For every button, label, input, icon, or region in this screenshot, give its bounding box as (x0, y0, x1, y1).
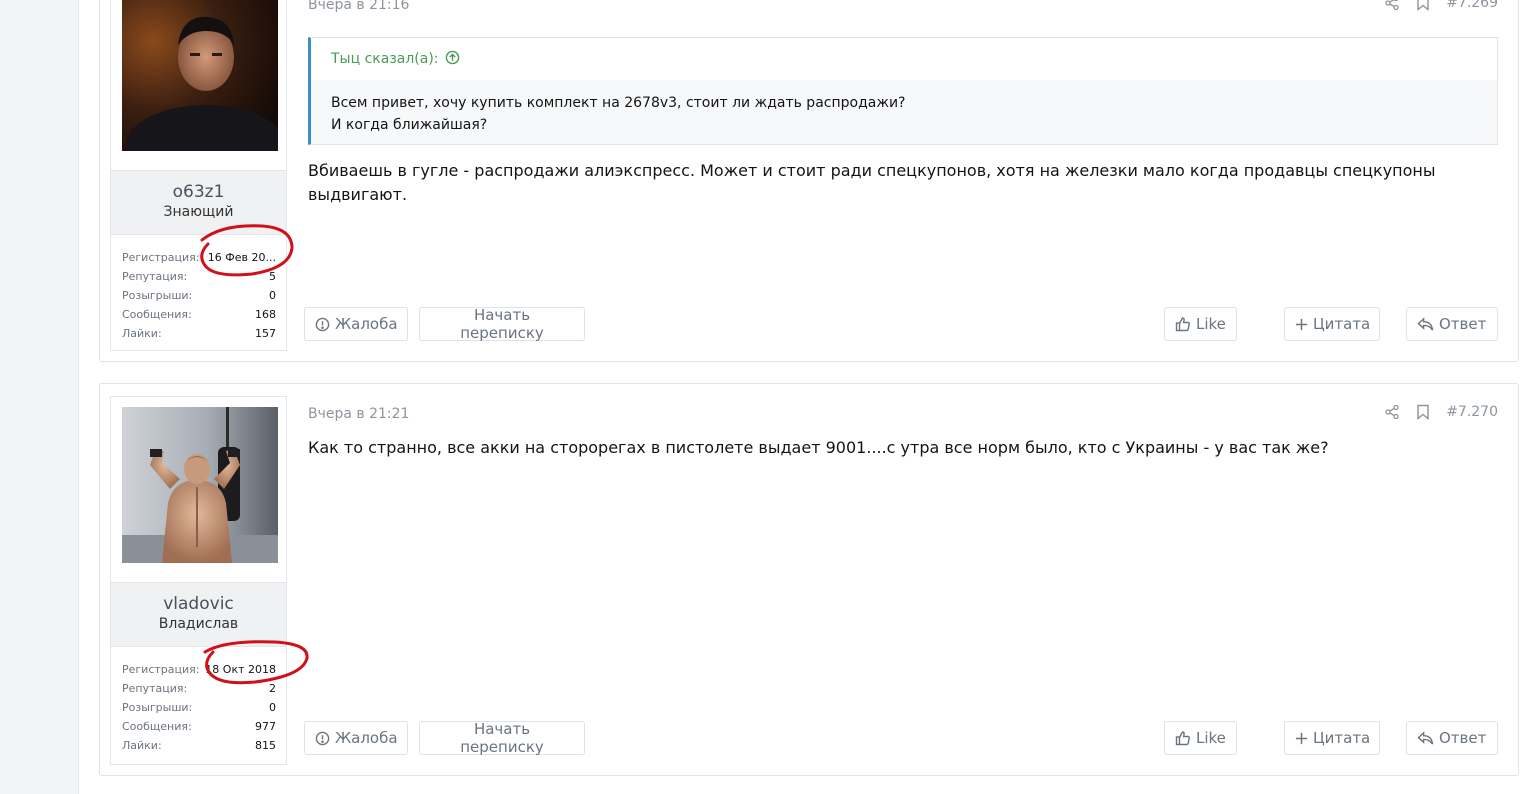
like-button[interactable]: Like (1164, 721, 1237, 755)
reply-button[interactable]: Ответ (1406, 307, 1498, 341)
user-cell: o63z1 Знающий Регистрация: 16 Фев 20... … (110, 0, 287, 351)
post: vladovic Владислав Регистрация: 18 Окт 2… (99, 383, 1519, 776)
stat-value: 157 (255, 327, 276, 340)
username[interactable]: vladovic (111, 594, 286, 614)
stat-value: 977 (255, 720, 276, 733)
report-button[interactable]: Жалоба (304, 721, 408, 755)
stat-value: 18 Окт 2018 (205, 663, 276, 676)
plus-icon (1295, 732, 1308, 745)
report-label: Жалоба (335, 315, 398, 333)
stat-value: 0 (269, 701, 276, 714)
user-stats: Регистрация: 16 Фев 20... Репутация: 5 Р… (122, 248, 276, 343)
start-conversation-button[interactable]: Начать переписку (419, 720, 585, 756)
stat-label: Регистрация: (122, 663, 200, 676)
message-body: Как то странно, все акки на сторорегах в… (308, 438, 1329, 457)
like-button[interactable]: Like (1164, 307, 1237, 341)
arrow-up-circle-icon[interactable] (445, 50, 460, 69)
message-actions: Жалоба Начать переписку Like Цитата Отве… (304, 720, 1498, 756)
user-name-block: vladovic Владислав (111, 582, 286, 647)
quote-label: Цитата (1313, 729, 1371, 747)
avatar[interactable] (122, 0, 278, 151)
message-cell: Вчера в 21:16 #7.269 Тыц сказал(а): Всем… (304, 0, 1498, 361)
stat-label: Репутация: (122, 270, 188, 283)
stat-value: 16 Фев 20... (207, 251, 276, 264)
stat-registration: Регистрация: 16 Фев 20... (122, 248, 276, 267)
exclamation-circle-icon (315, 317, 330, 332)
stat-reputation: Репутация: 5 (122, 267, 276, 286)
message-cell: Вчера в 21:21 #7.270 Как то странно, все… (304, 384, 1498, 775)
share-icon[interactable] (1384, 404, 1400, 420)
stat-label: Лайки: (122, 327, 162, 340)
stat-label: Сообщения: (122, 308, 192, 321)
share-icon[interactable] (1384, 0, 1400, 11)
stat-value: 168 (255, 308, 276, 321)
quote-content: Всем привет, хочу купить комплект на 267… (311, 80, 1497, 148)
stat-value: 5 (269, 270, 276, 283)
user-name-block: o63z1 Знающий (111, 170, 286, 235)
stat-likes: Лайки: 157 (122, 324, 276, 343)
reply-arrow-icon (1417, 730, 1434, 746)
stat-value: 0 (269, 289, 276, 302)
message-header: Вчера в 21:16 #7.269 (308, 0, 1498, 19)
post-date[interactable]: Вчера в 21:21 (308, 406, 409, 422)
stat-giveaways: Розыгрыши: 0 (122, 286, 276, 305)
avatar[interactable] (122, 407, 278, 563)
stat-registration: Регистрация: 18 Окт 2018 (122, 660, 276, 679)
stat-label: Регистрация: (122, 251, 200, 264)
message-actions: Жалоба Начать переписку Like Цитата Отве… (304, 306, 1498, 342)
reply-arrow-icon (1417, 316, 1434, 332)
stat-label: Лайки: (122, 739, 162, 752)
user-title: Владислав (158, 616, 239, 632)
report-button[interactable]: Жалоба (304, 307, 408, 341)
stat-value: 815 (255, 739, 276, 752)
message-header: Вчера в 21:21 #7.270 (308, 404, 1498, 428)
like-label: Like (1196, 729, 1226, 747)
quote-block: Тыц сказал(а): Всем привет, хочу купить … (308, 37, 1498, 145)
user-title: Знающий (163, 204, 234, 220)
reply-label: Ответ (1439, 315, 1487, 333)
user-cell: vladovic Владислав Регистрация: 18 Окт 2… (110, 396, 287, 765)
exclamation-circle-icon (315, 731, 330, 746)
message-tools: #7.270 (1384, 404, 1498, 420)
bookmark-icon[interactable] (1416, 404, 1430, 420)
post-date[interactable]: Вчера в 21:16 (308, 0, 409, 13)
post-number[interactable]: #7.269 (1446, 0, 1498, 11)
quote-line: И когда ближайшая? (331, 117, 488, 133)
start-conversation-button[interactable]: Начать переписку (419, 306, 585, 342)
message-body: Вбиваешь в гугле - распродажи алиэкспрес… (308, 161, 1436, 204)
user-stats: Регистрация: 18 Окт 2018 Репутация: 2 Ро… (122, 660, 276, 755)
message-tools: #7.269 (1384, 0, 1498, 11)
quote-header: Тыц сказал(а): (311, 38, 1497, 80)
stat-label: Репутация: (122, 682, 188, 695)
quote-line: Всем привет, хочу купить комплект на 267… (331, 95, 906, 111)
stat-label: Розыгрыши: (122, 289, 193, 302)
thumbs-up-icon (1175, 730, 1191, 746)
like-label: Like (1196, 315, 1226, 333)
stat-giveaways: Розыгрыши: 0 (122, 698, 276, 717)
quote-button[interactable]: Цитата (1284, 721, 1380, 755)
stat-label: Сообщения: (122, 720, 192, 733)
conversation-label: Начать переписку (460, 720, 544, 756)
quote-button[interactable]: Цитата (1284, 307, 1380, 341)
quote-label: Цитата (1313, 315, 1371, 333)
quote-author[interactable]: Тыц сказал(а): (331, 51, 439, 67)
post: o63z1 Знающий Регистрация: 16 Фев 20... … (99, 0, 1519, 362)
stat-label: Розыгрыши: (122, 701, 193, 714)
conversation-label: Начать переписку (460, 306, 544, 342)
stat-value: 2 (269, 682, 276, 695)
username[interactable]: o63z1 (111, 182, 286, 202)
left-sidebar-gutter (0, 0, 79, 794)
plus-icon (1295, 318, 1308, 331)
stat-messages: Сообщения: 168 (122, 305, 276, 324)
reply-label: Ответ (1439, 729, 1487, 747)
reply-button[interactable]: Ответ (1406, 721, 1498, 755)
stat-likes: Лайки: 815 (122, 736, 276, 755)
bookmark-icon[interactable] (1416, 0, 1430, 11)
post-number[interactable]: #7.270 (1446, 404, 1498, 420)
thumbs-up-icon (1175, 316, 1191, 332)
report-label: Жалоба (335, 729, 398, 747)
stat-messages: Сообщения: 977 (122, 717, 276, 736)
stat-reputation: Репутация: 2 (122, 679, 276, 698)
